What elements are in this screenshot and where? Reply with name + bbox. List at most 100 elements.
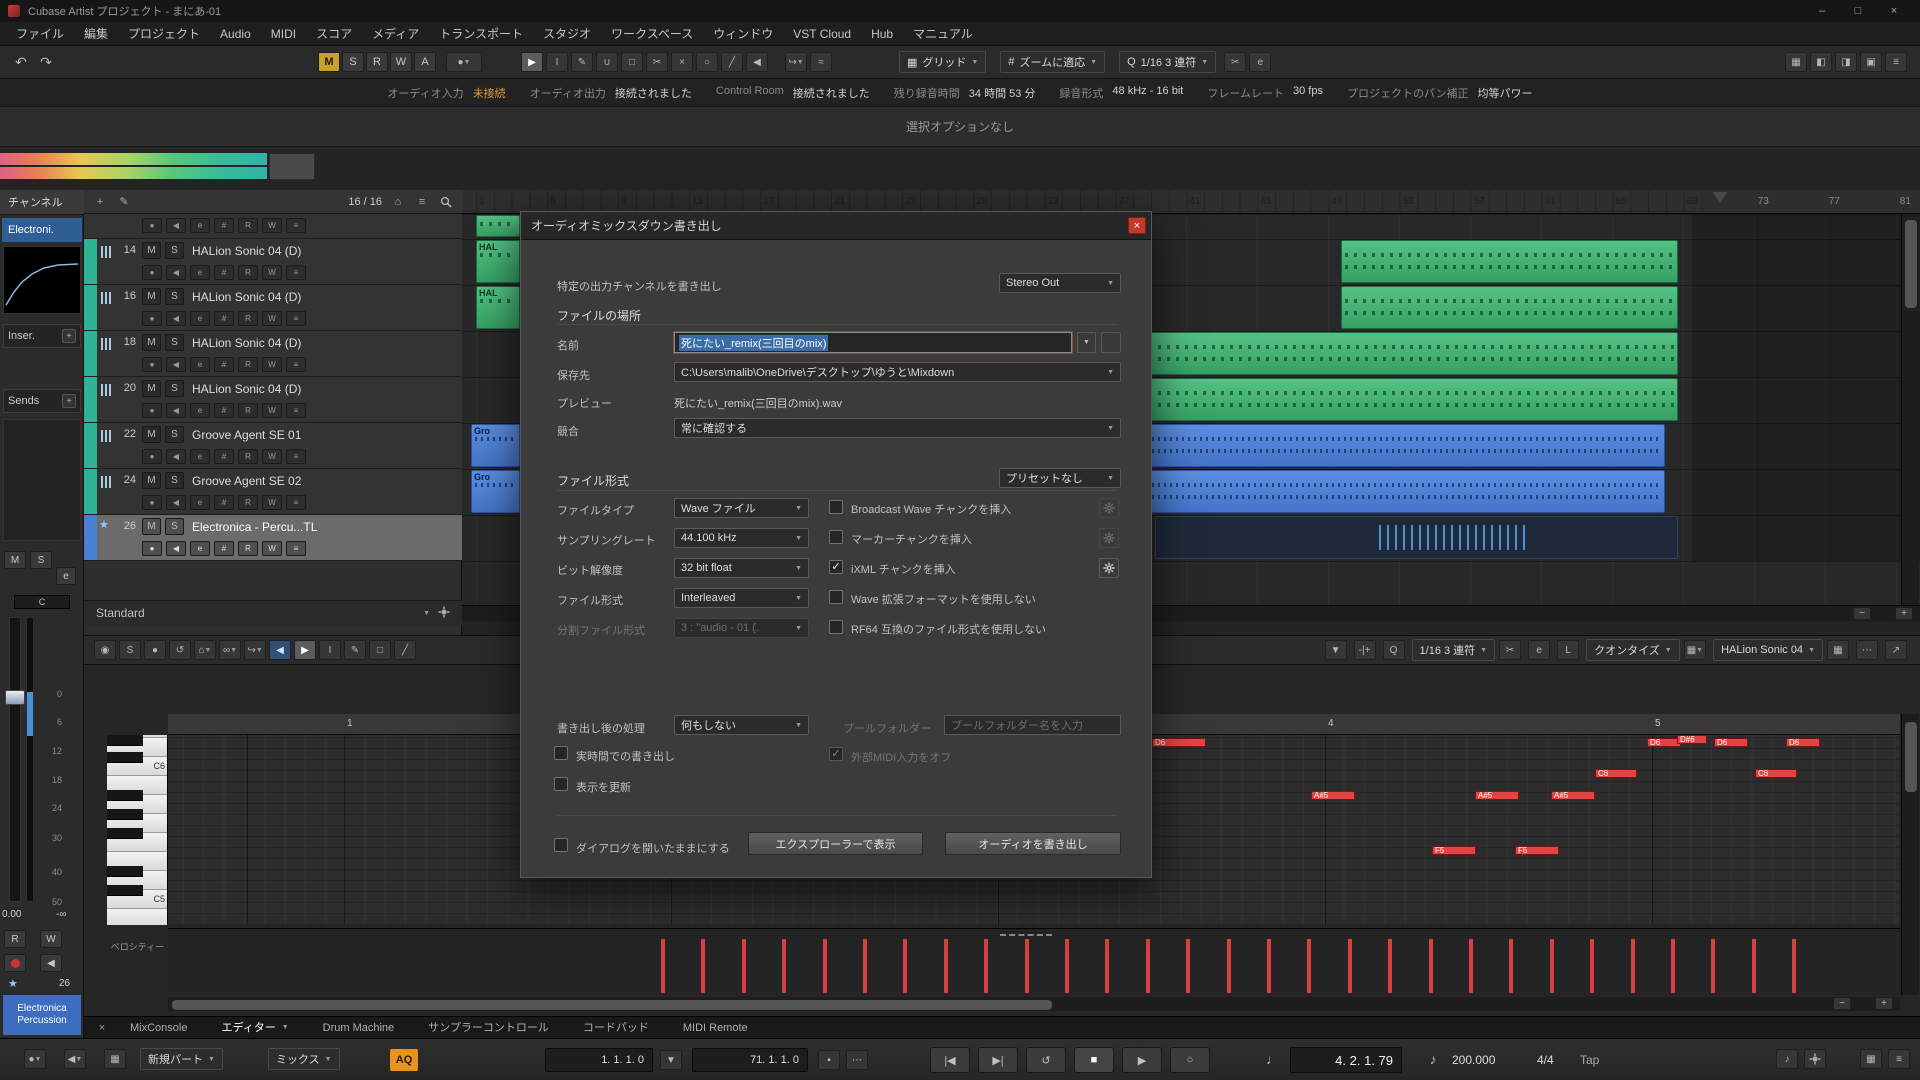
read-icon[interactable]: R: [238, 495, 258, 510]
auto-quantize-button[interactable]: AQ: [390, 1049, 418, 1071]
scrollbar-handle[interactable]: [172, 1000, 1052, 1010]
solo-editor-icon[interactable]: S: [119, 640, 141, 660]
record-in-editor-icon[interactable]: ●: [144, 640, 166, 660]
erase-tool-icon[interactable]: □: [621, 52, 643, 72]
inspector-edit-button[interactable]: e: [56, 567, 76, 585]
redo-icon[interactable]: ↷: [35, 52, 57, 72]
midi-clip[interactable]: [1100, 424, 1665, 467]
open-in-window-icon[interactable]: ↗: [1885, 640, 1907, 660]
edit-channel-icon[interactable]: e: [190, 495, 210, 510]
mute-tool-icon[interactable]: ×: [671, 52, 693, 72]
menu-item[interactable]: VST Cloud: [783, 22, 861, 46]
monitor-icon[interactable]: ◀: [166, 403, 186, 418]
edit-channel-icon[interactable]: e: [190, 449, 210, 464]
midi-note[interactable]: F5: [1432, 846, 1476, 855]
post-process-select[interactable]: 何もしない▼: [674, 715, 809, 735]
window-layout-icon-4[interactable]: ≡: [1885, 52, 1907, 72]
monitor-icon[interactable]: ◀: [166, 449, 186, 464]
menu-item[interactable]: Hub: [861, 22, 903, 46]
format-checkbox[interactable]: [829, 530, 843, 544]
cycle-button[interactable]: ↺: [1026, 1047, 1066, 1073]
grid-icon[interactable]: ▦: [104, 1049, 126, 1069]
zoom-out-icon[interactable]: −: [1833, 997, 1851, 1010]
write-icon[interactable]: W: [262, 265, 282, 280]
velocity-bar[interactable]: [661, 939, 665, 993]
file-path-select[interactable]: C:\Users\malib\OneDrive\デスクトップ\ゆうと\Mixdo…: [674, 362, 1121, 382]
menu-icon[interactable]: ≡: [286, 403, 306, 418]
velocity-bar[interactable]: [1105, 939, 1109, 993]
pan-control[interactable]: C: [14, 595, 70, 609]
record-arm-icon[interactable]: ●: [142, 265, 162, 280]
realtime-export-checkbox[interactable]: [554, 746, 568, 760]
automation-a-button[interactable]: A: [414, 52, 436, 72]
insert-mode-select[interactable]: 新規パート▼: [140, 1048, 223, 1070]
format-checkbox[interactable]: [829, 500, 843, 514]
keep-dialog-open-checkbox[interactable]: [554, 838, 568, 852]
menu-item[interactable]: 編集: [74, 22, 118, 46]
midi-icon[interactable]: #: [214, 495, 234, 510]
zoom-out-icon[interactable]: −: [1853, 607, 1871, 620]
lock-icon[interactable]: ▪: [818, 1050, 840, 1070]
snap-icon[interactable]: ≈: [810, 52, 832, 72]
expand-icon[interactable]: +: [62, 329, 76, 343]
velocity-bar[interactable]: [863, 939, 867, 993]
menu-item[interactable]: マニュアル: [903, 22, 983, 46]
menu-icon[interactable]: ≡: [286, 449, 306, 464]
write-icon[interactable]: W: [262, 541, 282, 556]
velocity-bar[interactable]: [984, 939, 988, 993]
midi-icon[interactable]: #: [214, 265, 234, 280]
right-locator-display[interactable]: 71. 1. 1. 0: [692, 1048, 808, 1072]
piano-key-C#6[interactable]: [107, 752, 143, 763]
tab-コードパッド[interactable]: コードパッド: [567, 1017, 665, 1039]
output-channel-select[interactable]: Stereo Out▼: [999, 273, 1121, 293]
record-enable-button[interactable]: [4, 954, 26, 972]
velocity-bar[interactable]: [701, 939, 705, 993]
midi-icon[interactable]: #: [214, 357, 234, 372]
velocity-bar[interactable]: [1227, 939, 1231, 993]
velocity-bar[interactable]: [782, 939, 786, 993]
menu-item[interactable]: スコア: [306, 22, 362, 46]
menu-icon[interactable]: ≡: [286, 541, 306, 556]
record-arm-icon[interactable]: ●: [142, 357, 162, 372]
velocity-bar[interactable]: [1307, 939, 1311, 993]
velocity-bar[interactable]: [1146, 939, 1150, 993]
automation-w-button[interactable]: W: [390, 52, 412, 72]
sends-section-button[interactable]: Sends+: [3, 389, 81, 413]
midi-note[interactable]: C6: [1755, 769, 1797, 778]
track-solo-button[interactable]: S: [165, 472, 184, 489]
menu-item[interactable]: ワークスペース: [601, 22, 703, 46]
quantize-apply-button[interactable]: クオンタイズ▼: [1586, 639, 1680, 661]
record-arm-icon[interactable]: ●: [142, 218, 162, 233]
edit-channel-icon[interactable]: e: [190, 265, 210, 280]
monitor-icon[interactable]: ◀: [166, 218, 186, 233]
format-checkbox[interactable]: [829, 620, 843, 634]
midi-clip[interactable]: [1155, 516, 1678, 559]
track-row-16[interactable]: 16MSHALion Sonic 04 (D)●◀e#RW≡: [84, 285, 462, 331]
window-layout-icon-3[interactable]: ▣: [1860, 52, 1882, 72]
monitor-icon[interactable]: ◀: [166, 357, 186, 372]
zoom-in-icon[interactable]: +: [1895, 607, 1913, 620]
track-solo-button[interactable]: S: [165, 334, 184, 351]
velocity-bar[interactable]: [1792, 939, 1796, 993]
gear-icon[interactable]: [1804, 1049, 1826, 1069]
gear-icon[interactable]: [438, 606, 450, 621]
close-lower-zone-button[interactable]: ×: [92, 1022, 112, 1034]
pin-icon[interactable]: ◉: [94, 640, 116, 660]
edit-instrument-select[interactable]: HALion Sonic 04▼: [1713, 639, 1823, 661]
midi-clip[interactable]: [476, 215, 520, 237]
quantize-panel-icon[interactable]: e: [1249, 52, 1271, 72]
track-mute-button[interactable]: M: [142, 426, 161, 443]
velocity-bar[interactable]: [1752, 939, 1756, 993]
midi-note[interactable]: D6: [1714, 738, 1748, 747]
track-row-24[interactable]: 24MSGroove Agent SE 02●◀e#RW≡: [84, 469, 462, 515]
midi-icon[interactable]: #: [214, 311, 234, 326]
expand-icon[interactable]: +: [62, 394, 76, 408]
record-button[interactable]: ○: [1170, 1047, 1210, 1073]
velocity-bar[interactable]: [1631, 939, 1635, 993]
monitor-icon[interactable]: ◀: [166, 265, 186, 280]
track-mute-button[interactable]: M: [142, 518, 161, 535]
go-to-next-marker-button[interactable]: ▶|: [978, 1047, 1018, 1073]
write-icon[interactable]: W: [262, 403, 282, 418]
selected-track-name-box[interactable]: Electronica Percussion: [3, 995, 81, 1035]
record-arm-icon[interactable]: ●: [142, 495, 162, 510]
